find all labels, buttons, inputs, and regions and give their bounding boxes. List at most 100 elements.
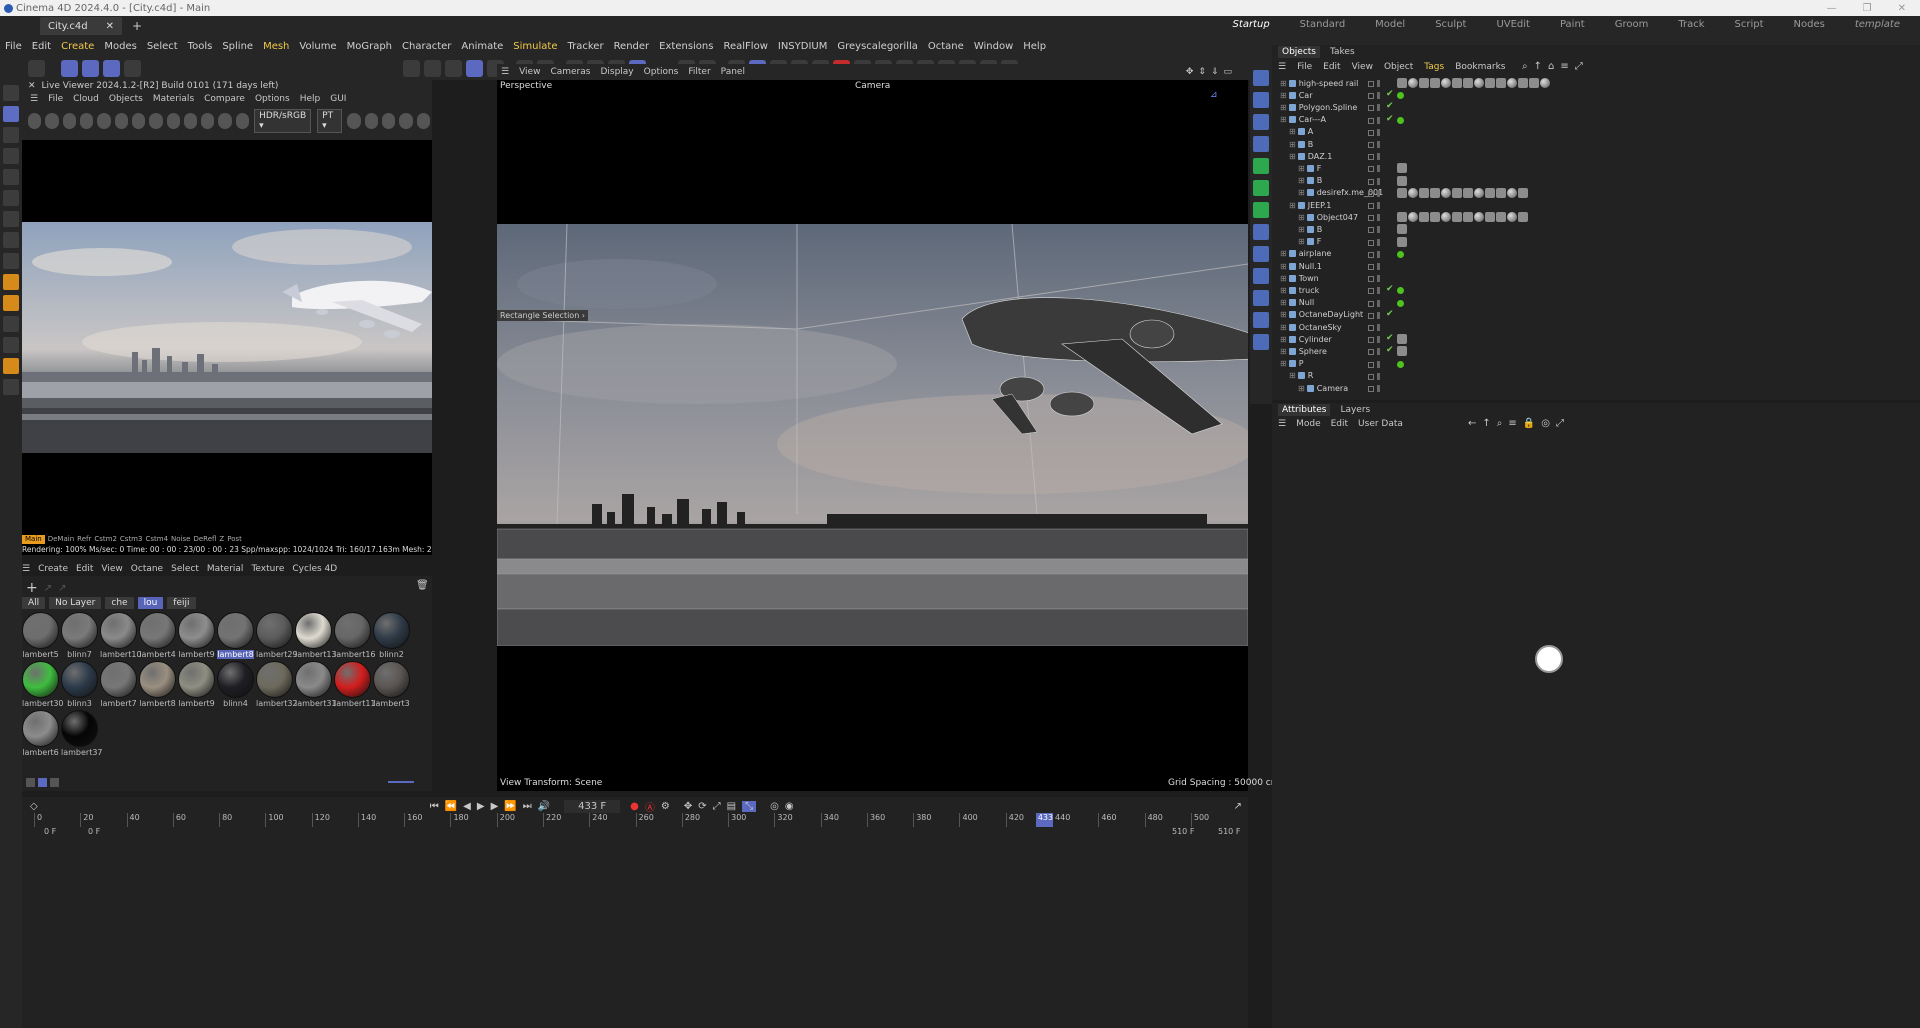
undo-icon[interactable] (28, 59, 45, 77)
material-swatch[interactable]: blinn7 (61, 612, 98, 659)
lv-dot-icon[interactable] (416, 113, 430, 129)
lv-menu-file[interactable]: File (48, 94, 63, 104)
lv-region-icon[interactable] (97, 113, 111, 129)
material-swatch[interactable]: lambert9 (178, 612, 215, 659)
expand-toggle-icon[interactable]: ⊞ (1298, 384, 1305, 393)
attr-menu-user-data[interactable]: User Data (1358, 419, 1403, 429)
expand-toggle-icon[interactable]: ⊞ (1298, 164, 1305, 173)
lv-status-cstm4[interactable]: Cstm4 (145, 535, 168, 544)
obj-expand-icon[interactable]: ⤢ (1575, 61, 1583, 72)
mat-menu-select[interactable]: Select (171, 564, 199, 574)
range-start[interactable]: 0 F (44, 827, 56, 836)
attr-lock-icon[interactable]: 🔒 (1523, 418, 1535, 429)
material-tag-icon[interactable] (1397, 163, 1407, 174)
lv-stop-icon[interactable] (79, 113, 94, 129)
obj-menu-object[interactable]: Object (1384, 62, 1413, 72)
attr-filter-icon[interactable]: ≡ (1508, 418, 1516, 429)
obj-menu-view[interactable]: View (1352, 62, 1373, 72)
mat-hamburger-icon[interactable]: ☰ (22, 564, 30, 574)
material-tag-icon[interactable] (1518, 187, 1528, 198)
obj-home-icon[interactable]: ⌂ (1548, 61, 1554, 72)
material-tag-icon[interactable] (1529, 78, 1539, 88)
lv-menu-options[interactable]: Options (255, 94, 290, 104)
material-tag-icon[interactable] (1518, 78, 1528, 88)
expand-toggle-icon[interactable]: ⊞ (1280, 115, 1287, 124)
expand-toggle-icon[interactable]: ⊞ (1280, 274, 1287, 283)
spline-pen-icon[interactable] (3, 274, 19, 290)
expand-toggle-icon[interactable]: ⊞ (1280, 335, 1287, 344)
enabled-check-icon[interactable]: ✔ (1386, 114, 1394, 124)
material-tag-icon[interactable] (1397, 346, 1407, 357)
expand-toggle-icon[interactable]: ⊞ (1280, 286, 1287, 295)
material-swatch[interactable]: lambert5 (22, 612, 59, 659)
hamburger-icon[interactable]: ☰ (30, 94, 38, 104)
record-key-icon[interactable]: ● (630, 801, 639, 812)
range-end-preview[interactable]: 510 F (1172, 827, 1194, 836)
timeline-ruler[interactable]: 0 20 40 60 80 100 120 140 160 180 200 220 240 260 280 3… (22, 813, 1248, 827)
close-viewer-icon[interactable]: ✕ (28, 81, 36, 91)
attr-menu-edit[interactable]: Edit (1331, 419, 1348, 429)
edges-mode-icon[interactable] (424, 59, 441, 77)
key-position-icon[interactable]: ✥ (684, 801, 692, 812)
material-tag-icon[interactable] (1441, 187, 1451, 198)
lv-status-main[interactable]: Main (22, 535, 45, 544)
material-tag-icon[interactable] (1408, 212, 1418, 223)
key-scale-icon[interactable]: ⤢ (713, 801, 721, 812)
obj-search-icon[interactable]: ⌕ (1522, 61, 1528, 72)
go-end-icon[interactable]: ⏭ (523, 801, 532, 812)
material-tag-icon[interactable] (1452, 212, 1462, 223)
enabled-check-icon[interactable]: ✔ (1386, 309, 1394, 319)
attr-search-icon[interactable]: ⌕ (1497, 418, 1503, 429)
menu-realflow[interactable]: RealFlow (723, 41, 767, 52)
current-frame-field[interactable]: 433 F (564, 799, 621, 813)
menu-volume[interactable]: Volume (299, 41, 336, 52)
restore-icon[interactable]: ❐ (1863, 3, 1872, 14)
material-swatch[interactable]: lambert31 (295, 661, 337, 708)
expand-toggle-icon[interactable]: ⊞ (1280, 310, 1287, 319)
material-tag-icon[interactable] (1507, 212, 1517, 223)
octane-tag-icon[interactable] (1397, 287, 1404, 295)
lv-camera-icon[interactable] (382, 113, 396, 129)
menu-greyscalegorilla[interactable]: Greyscalegorilla (837, 41, 918, 52)
expand-toggle-icon[interactable]: ⊞ (1298, 213, 1305, 222)
lv-menu-cloud[interactable]: Cloud (73, 94, 99, 104)
grid-large-icon[interactable] (50, 778, 59, 787)
autokey-icon[interactable]: Ⓐ (645, 799, 655, 814)
sound-icon[interactable]: 🔊 (538, 801, 550, 812)
expand-toggle-icon[interactable]: ⊞ (1289, 201, 1296, 210)
material-swatch[interactable]: lambert7 (100, 661, 137, 708)
play-icon[interactable]: ▶ (477, 801, 485, 812)
material-tag-icon[interactable] (1397, 236, 1407, 247)
cloner-icon[interactable] (1253, 180, 1269, 196)
enabled-check-icon[interactable]: ✔ (1386, 345, 1394, 355)
grid-view-icon[interactable] (38, 778, 47, 787)
material-tag-icon[interactable] (1507, 187, 1517, 198)
material-swatch[interactable]: lambert32 (256, 661, 298, 708)
knife-icon[interactable] (3, 232, 19, 248)
lv-pause-icon[interactable] (62, 113, 76, 129)
material-swatch[interactable]: lambert16 (334, 612, 376, 659)
material-tag-icon[interactable] (1540, 78, 1550, 88)
measure-icon[interactable] (3, 358, 19, 374)
paint-icon[interactable] (3, 316, 19, 332)
layout-uvedit[interactable]: UVEdit (1496, 19, 1530, 30)
mat-menu-cycles4d[interactable]: Cycles 4D (292, 564, 337, 574)
keyframe-icon[interactable]: ◇ (30, 801, 38, 812)
tab-layers[interactable]: Layers (1336, 404, 1374, 416)
material-swatch[interactable]: lambert13 (295, 612, 337, 659)
add-material-icon[interactable]: + (26, 580, 38, 596)
axis-y-icon[interactable] (82, 59, 99, 77)
layout-paint[interactable]: Paint (1560, 19, 1585, 30)
menu-mesh[interactable]: Mesh (263, 41, 289, 52)
magnet-tool-icon[interactable] (3, 379, 19, 395)
new-tab-icon[interactable]: + (132, 19, 142, 33)
vp-menu-view[interactable]: View (519, 67, 540, 77)
thumbnail-size-slider[interactable] (388, 781, 414, 783)
deformer-icon[interactable] (1253, 224, 1269, 240)
expand-toggle-icon[interactable]: ⊞ (1289, 371, 1296, 380)
material-tag-icon[interactable] (1474, 78, 1484, 88)
vp-menu-display[interactable]: Display (600, 67, 633, 77)
menu-render[interactable]: Render (614, 41, 650, 52)
lv-hexagon-icon[interactable] (347, 113, 361, 129)
obj-menu-edit[interactable]: Edit (1323, 62, 1340, 72)
